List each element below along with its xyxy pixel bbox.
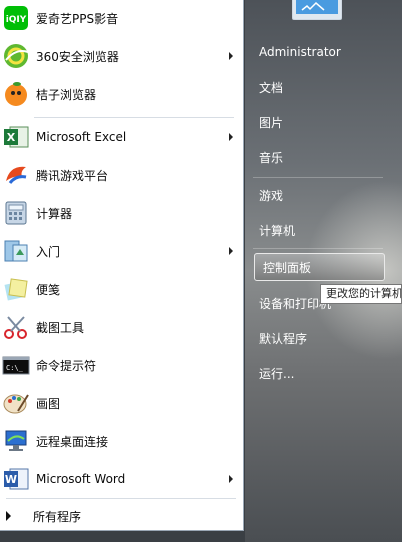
snipping-tool-icon [1, 312, 31, 342]
orange-browser-icon [1, 79, 31, 109]
360-browser-icon [1, 41, 31, 71]
program-label: 画图 [36, 396, 61, 411]
places-label: 默认程序 [259, 331, 308, 346]
iqiyi-icon: iQIY [1, 3, 31, 33]
program-label: Microsoft Word [36, 472, 126, 486]
program-item-orange-browser[interactable]: 桔子浏览器 [0, 76, 242, 112]
svg-text:W: W [5, 473, 17, 486]
program-label: 远程桌面连接 [36, 434, 109, 449]
program-label: 命令提示符 [36, 358, 97, 373]
program-label: Microsoft Excel [36, 130, 127, 144]
program-item-command-prompt[interactable]: C:\_ 命令提示符 [0, 347, 242, 383]
places-item-music[interactable]: 音乐 [251, 143, 385, 171]
program-label: 截图工具 [36, 320, 85, 335]
separator [34, 117, 234, 118]
submenu-arrow-icon[interactable] [229, 52, 233, 60]
places-label: 图片 [259, 115, 284, 130]
program-label: 腾讯游戏平台 [36, 168, 109, 183]
program-list-panel: iQIY 爱奇艺PPS影音 360安全浏览器 桔子浏览器 X Microsoft… [0, 0, 244, 531]
program-label: 爱奇艺PPS影音 [36, 11, 119, 26]
all-programs-label: 所有程序 [33, 509, 82, 524]
places-label: 运行... [259, 366, 295, 381]
places-label: 文档 [259, 80, 284, 95]
separator [253, 248, 383, 249]
svg-text:iQIY: iQIY [6, 15, 27, 25]
places-item-default-programs[interactable]: 默认程序 [251, 324, 385, 352]
program-item-remote-desktop[interactable]: 远程桌面连接 [0, 423, 242, 459]
places-label: 控制面板 [263, 260, 312, 275]
places-label: 音乐 [259, 150, 284, 165]
word-icon: W [1, 464, 31, 494]
submenu-arrow-icon[interactable] [229, 133, 233, 141]
program-item-sticky-notes[interactable]: 便笺 [0, 271, 242, 307]
program-label: 360安全浏览器 [36, 49, 119, 64]
program-item-360-browser[interactable]: 360安全浏览器 [0, 38, 242, 74]
places-item-documents[interactable]: 文档 [251, 73, 385, 101]
svg-text:X: X [7, 131, 16, 144]
places-label: 游戏 [259, 188, 284, 203]
program-item-iqiyi[interactable]: iQIY 爱奇艺PPS影音 [0, 0, 242, 36]
paint-icon [1, 388, 31, 418]
places-item-games[interactable]: 游戏 [251, 181, 385, 209]
remote-desktop-icon [1, 426, 31, 456]
places-item-run[interactable]: 运行... [251, 359, 385, 387]
submenu-arrow-icon[interactable] [229, 475, 233, 483]
command-prompt-icon: C:\_ [1, 350, 31, 380]
program-item-snipping-tool[interactable]: 截图工具 [0, 309, 242, 345]
excel-icon: X [1, 122, 31, 152]
tencent-games-icon [1, 160, 31, 190]
program-label: 入门 [36, 244, 61, 259]
user-picture-icon[interactable] [291, 0, 343, 21]
expand-arrow-icon [6, 511, 11, 521]
places-item-control-panel[interactable]: 控制面板 [254, 253, 385, 281]
program-item-excel[interactable]: X Microsoft Excel [0, 119, 242, 155]
program-label: 计算器 [36, 206, 73, 221]
program-label: 桔子浏览器 [36, 87, 97, 102]
user-name-link[interactable]: Administrator [251, 38, 385, 66]
program-item-word[interactable]: W Microsoft Word [0, 461, 242, 497]
all-programs-button[interactable]: 所有程序 [0, 502, 242, 530]
program-item-tencent-games[interactable]: 腾讯游戏平台 [0, 157, 242, 193]
svg-text:C:\_: C:\_ [6, 364, 24, 372]
separator [253, 177, 383, 178]
places-panel: Administrator 文档 图片 音乐 游戏 计算机 控制面板 设备和打印… [245, 0, 402, 542]
program-item-calculator[interactable]: 计算器 [0, 195, 242, 231]
sticky-notes-icon [1, 274, 31, 304]
getting-started-icon [1, 236, 31, 266]
start-menu: iQIY 爱奇艺PPS影音 360安全浏览器 桔子浏览器 X Microsoft… [0, 0, 402, 542]
program-item-getting-started[interactable]: 入门 [0, 233, 242, 269]
calculator-icon [1, 198, 31, 228]
separator [6, 498, 236, 499]
places-item-computer[interactable]: 计算机 [251, 216, 385, 244]
places-label: 计算机 [259, 223, 296, 238]
submenu-arrow-icon[interactable] [229, 247, 233, 255]
program-label: 便笺 [36, 282, 61, 297]
user-name-label: Administrator [259, 45, 341, 59]
places-item-pictures[interactable]: 图片 [251, 108, 385, 136]
tooltip: 更改您的计算机 [320, 284, 402, 304]
program-item-paint[interactable]: 画图 [0, 385, 242, 421]
